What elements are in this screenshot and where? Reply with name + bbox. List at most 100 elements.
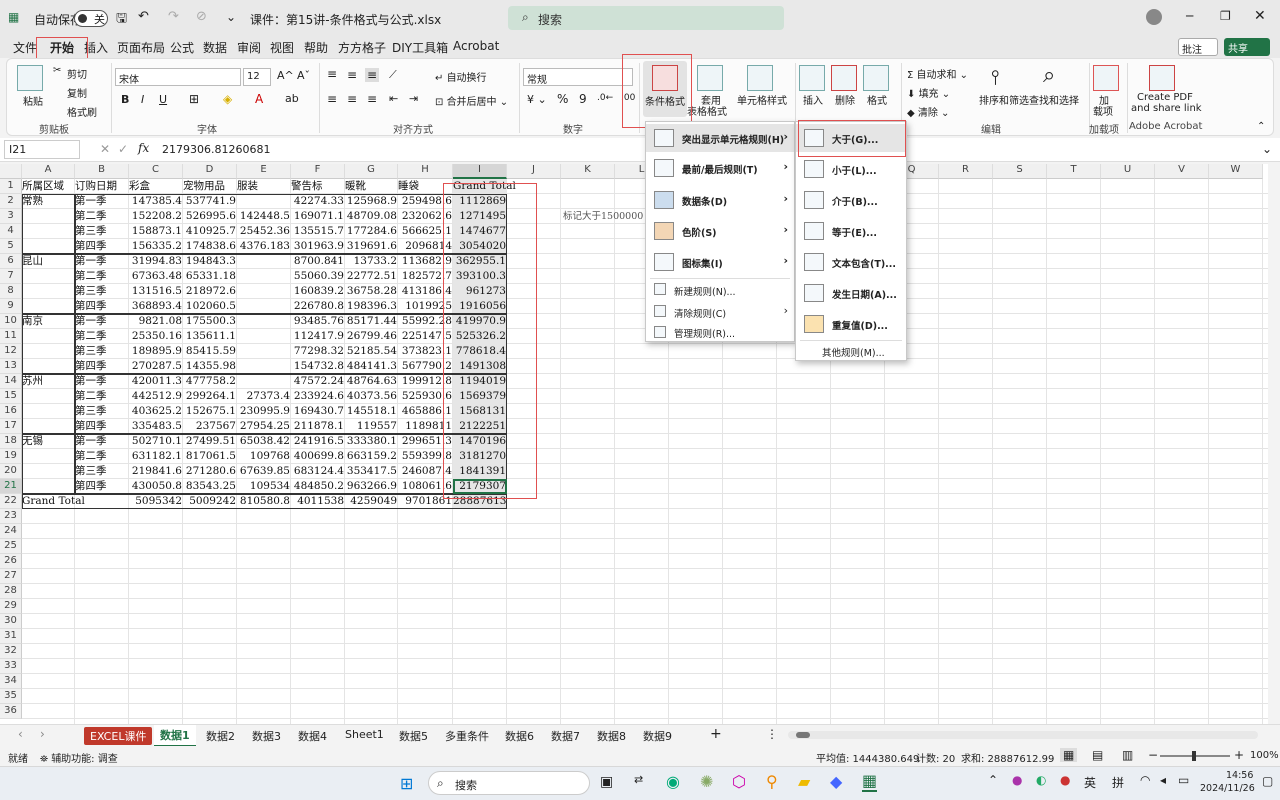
font-name-select[interactable]: 宋体 (115, 68, 241, 86)
value-cell[interactable]: 125968.9 (345, 194, 398, 209)
column-header[interactable]: E (237, 164, 291, 179)
value-cell[interactable]: 65038.42 (237, 434, 291, 449)
fill-color-icon[interactable]: ◈ (223, 92, 232, 106)
sheet-tab[interactable]: 多重条件 (445, 728, 489, 744)
quarter-cell[interactable]: 第一季 (75, 194, 129, 209)
row-header[interactable]: 14 (0, 374, 22, 389)
sheet-tab[interactable]: 数据8 (597, 728, 626, 744)
value-cell[interactable]: 158873.1 (129, 224, 183, 239)
merge-center-button[interactable]: ⊡ 合并后居中 ⌄ (435, 93, 508, 108)
align-middle-icon[interactable]: ≡ (347, 68, 357, 82)
grand-total-value[interactable]: 5095342 (129, 494, 183, 509)
value-cell[interactable] (237, 269, 291, 284)
value-cell[interactable]: 26799.46 (345, 329, 398, 344)
row-header[interactable]: 36 (0, 704, 22, 719)
quarter-cell[interactable]: 第三季 (75, 404, 129, 419)
normal-view-icon[interactable]: ▦ (1060, 748, 1078, 762)
value-cell[interactable]: 4376.183 (237, 239, 291, 254)
cancel-icon[interactable]: ✕ (100, 142, 110, 156)
row-header[interactable]: 19 (0, 449, 22, 464)
italic-icon[interactable]: I (141, 93, 144, 106)
value-cell[interactable]: 226780.8 (291, 299, 345, 314)
value-cell[interactable]: 156335.2 (129, 239, 183, 254)
value-cell[interactable]: 145518.1 (345, 404, 398, 419)
fill-button[interactable]: ⬇ 填充 ⌄ (907, 85, 950, 100)
tray-app-icon[interactable]: ● (1012, 773, 1022, 787)
insert-cells-icon[interactable] (799, 65, 825, 91)
cell-styles-button[interactable]: 单元格样式 (737, 92, 787, 107)
value-cell[interactable]: 40373.56 (345, 389, 398, 404)
value-cell[interactable]: 36758.28 (345, 284, 398, 299)
tab-review[interactable]: 审阅 (237, 39, 261, 56)
value-cell[interactable]: 93485.76 (291, 314, 345, 329)
value-cell[interactable]: 403625.2 (129, 404, 183, 419)
zoom-thumb[interactable] (1192, 751, 1196, 761)
column-header[interactable]: R (939, 164, 993, 179)
tab-diy[interactable]: DIY工具箱 (392, 39, 448, 56)
quarter-cell[interactable]: 第三季 (75, 344, 129, 359)
row-header[interactable]: 4 (0, 224, 22, 239)
note-text[interactable]: 标记大于1500000 (563, 209, 653, 224)
value-cell[interactable]: 14355.98 (183, 359, 237, 374)
value-cell[interactable]: 319691.6 (345, 239, 398, 254)
delete-cells-button[interactable]: 删除 (835, 92, 855, 107)
translate-icon[interactable]: ⇄ (634, 773, 643, 786)
sheet-tab[interactable]: Sheet1 (345, 728, 384, 741)
tab-data[interactable]: 数据 (203, 39, 227, 56)
value-cell[interactable]: 230995.9 (237, 404, 291, 419)
value-cell[interactable]: 152208.2 (129, 209, 183, 224)
sheet-tab[interactable]: 数据3 (252, 728, 281, 744)
align-right-icon[interactable]: ≡ (367, 92, 377, 106)
value-cell[interactable] (237, 329, 291, 344)
cut-button[interactable]: 剪切 (67, 66, 87, 81)
search-box[interactable]: ⌕ 搜索 (508, 6, 784, 30)
row-header[interactable]: 13 (0, 359, 22, 374)
row-header[interactable]: 18 (0, 434, 22, 449)
region-cell[interactable]: 无锡 (22, 434, 75, 449)
align-center-icon[interactable]: ≡ (347, 92, 357, 106)
quarter-cell[interactable]: 第二季 (75, 329, 129, 344)
value-cell[interactable]: 442512.9 (129, 389, 183, 404)
delete-cells-icon[interactable] (831, 65, 857, 91)
row-header[interactable]: 21 (0, 479, 22, 494)
value-cell[interactable]: 154732.8 (291, 359, 345, 374)
cell-styles-icon[interactable] (747, 65, 773, 91)
column-header[interactable]: K (561, 164, 615, 179)
column-header[interactable]: I (453, 164, 507, 179)
row-header[interactable]: 27 (0, 569, 22, 584)
value-cell[interactable]: 368893.4 (129, 299, 183, 314)
format-cells-button[interactable]: 格式 (867, 92, 887, 107)
more-options-icon[interactable]: ⋮ (766, 727, 778, 741)
submenu-equal-to[interactable]: 等于(E)... (796, 217, 906, 245)
menu-color-scales[interactable]: 色阶(S) › (646, 217, 794, 245)
header-cell[interactable]: 彩盒 (129, 179, 183, 194)
value-cell[interactable]: 67363.48 (129, 269, 183, 284)
sort-filter-button[interactable]: 排序和筛选 (979, 92, 1029, 107)
quarter-cell[interactable]: 第二季 (75, 269, 129, 284)
quarter-cell[interactable]: 第三季 (75, 284, 129, 299)
value-cell[interactable]: 109534 (237, 479, 291, 494)
row-header[interactable]: 15 (0, 389, 22, 404)
value-cell[interactable]: 102060.5 (183, 299, 237, 314)
value-cell[interactable]: 25350.16 (129, 329, 183, 344)
column-header[interactable]: H (398, 164, 453, 179)
task-view-icon[interactable]: ▣ (600, 774, 613, 790)
value-cell[interactable]: 484850.2 (291, 479, 345, 494)
sheet-tab[interactable]: 数据7 (551, 728, 580, 744)
battery-icon[interactable]: ▭ (1178, 773, 1189, 787)
insert-cells-button[interactable]: 插入 (803, 92, 823, 107)
sheet-tab[interactable]: 数据6 (505, 728, 534, 744)
row-header[interactable]: 25 (0, 539, 22, 554)
windows-start-icon[interactable]: ⊞ (400, 774, 413, 793)
align-top-icon[interactable]: ≡ (327, 67, 337, 81)
grand-total-value[interactable]: 4259049 (345, 494, 398, 509)
row-header[interactable]: 34 (0, 674, 22, 689)
tray-app2-icon[interactable]: ◐ (1036, 773, 1046, 787)
increase-indent-icon[interactable]: ⇥ (409, 92, 418, 105)
value-cell[interactable]: 270287.5 (129, 359, 183, 374)
create-pdf-button[interactable]: Create PDF (1137, 92, 1193, 103)
notes-icon[interactable]: ◆ (830, 772, 842, 791)
value-cell[interactable]: 169071.1 (291, 209, 345, 224)
value-cell[interactable]: 27954.25 (237, 419, 291, 434)
tab-formulas[interactable]: 公式 (170, 39, 194, 56)
